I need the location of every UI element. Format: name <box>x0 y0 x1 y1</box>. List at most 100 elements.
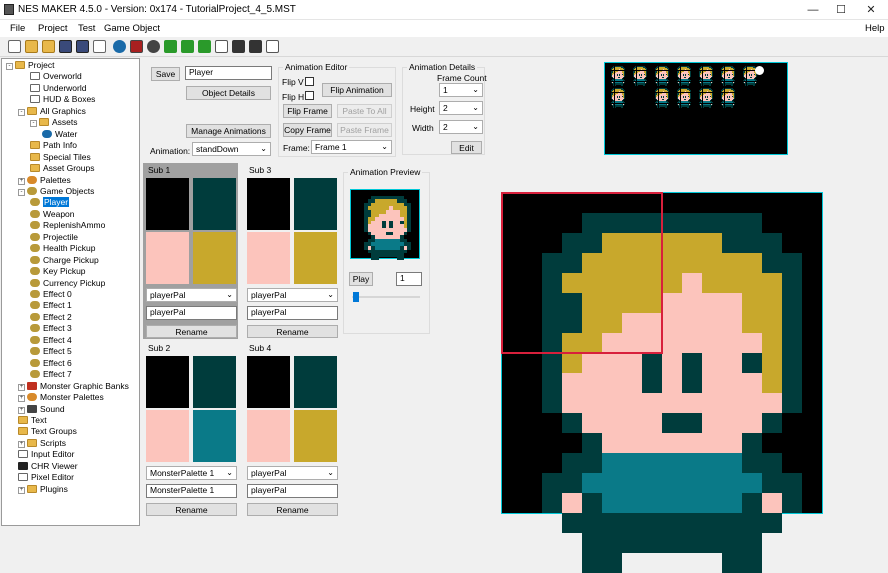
palette-swatch[interactable] <box>193 356 236 408</box>
palette-swatch[interactable] <box>247 356 290 408</box>
sprite-sheet-tile[interactable] <box>696 65 716 86</box>
menu-file[interactable]: File <box>10 23 25 34</box>
palette-swatch[interactable] <box>247 178 290 230</box>
tree-item[interactable]: Effect 0 <box>30 289 72 300</box>
edit-button[interactable]: Edit <box>451 141 482 154</box>
screen-icon[interactable] <box>215 40 228 53</box>
play-button[interactable]: Play <box>349 272 373 286</box>
tree-item[interactable]: Health Pickup <box>30 243 95 254</box>
tree-item[interactable]: Effect 5 <box>30 346 72 357</box>
minimize-button[interactable]: — <box>798 0 828 20</box>
save-button[interactable]: Save <box>151 67 180 81</box>
play-icon[interactable] <box>181 40 194 53</box>
window-icon[interactable] <box>266 40 279 53</box>
palette-swatch[interactable] <box>294 356 337 408</box>
tree-item[interactable]: Effect 4 <box>30 335 72 346</box>
tree-item[interactable]: CHR Viewer <box>18 461 78 472</box>
palette-swatch[interactable] <box>294 232 337 284</box>
sub-palette-select[interactable]: MonsterPalette 1 ⌄ <box>146 466 237 480</box>
sprite-sheet-tile[interactable] <box>696 87 716 108</box>
folder-icon[interactable] <box>42 40 55 53</box>
tree-item[interactable]: Asset Groups <box>30 163 95 174</box>
sprite-sheet-tile[interactable] <box>630 65 650 86</box>
menu-project[interactable]: Project <box>38 23 68 34</box>
object-details-button[interactable]: Object Details <box>186 86 271 100</box>
tree-item[interactable]: Input Editor <box>18 449 74 460</box>
expand-toggle-icon[interactable]: + <box>18 486 25 494</box>
expand-toggle-icon[interactable]: - <box>18 108 25 116</box>
menu-test[interactable]: Test <box>78 23 95 34</box>
sprite-sheet-tile[interactable] <box>652 65 672 86</box>
tree-item[interactable]: Key Pickup <box>30 266 86 277</box>
tree-item[interactable]: Effect 1 <box>30 300 72 311</box>
open-folder-icon[interactable] <box>25 40 38 53</box>
expand-toggle-icon[interactable]: + <box>18 395 25 403</box>
sprite-sheet-tile[interactable] <box>608 65 628 86</box>
rename-button[interactable]: Rename <box>146 325 237 338</box>
sub-palette-select[interactable]: playerPal ⌄ <box>146 288 237 302</box>
tree-item[interactable]: - Project <box>6 60 54 71</box>
frame-count-select[interactable]: 1 ⌄ <box>439 83 483 97</box>
palette-swatch[interactable] <box>193 410 236 462</box>
rename-button[interactable]: Rename <box>247 503 338 516</box>
width-select[interactable]: 2 ⌄ <box>439 120 483 134</box>
animation-select[interactable]: standDown ⌄ <box>192 142 271 156</box>
tree-item[interactable]: Effect 6 <box>30 358 72 369</box>
save-icon[interactable] <box>59 40 72 53</box>
globe-icon[interactable] <box>113 40 126 53</box>
paste-frame-button[interactable]: Paste Frame <box>337 123 392 137</box>
sprite-sheet-tile[interactable] <box>718 65 738 86</box>
expand-toggle-icon[interactable]: - <box>30 120 37 128</box>
build-icon[interactable] <box>164 40 177 53</box>
sub-name-input[interactable]: MonsterPalette 1 <box>146 484 237 498</box>
save-all-icon[interactable] <box>76 40 89 53</box>
palette-swatch[interactable] <box>294 410 337 462</box>
tree-item[interactable]: Text Groups <box>18 426 77 437</box>
palette-swatch[interactable] <box>193 232 236 284</box>
tree-item[interactable]: + Monster Palettes <box>18 392 104 403</box>
palette-swatch[interactable] <box>146 232 189 284</box>
tree-item[interactable]: Underworld <box>30 83 86 94</box>
tree-item[interactable]: + Sound <box>18 404 65 415</box>
speed-slider-thumb[interactable] <box>353 292 359 302</box>
sprite-sheet-tile[interactable] <box>674 87 694 108</box>
sprite-sheet-tile[interactable] <box>674 65 694 86</box>
expand-toggle-icon[interactable]: + <box>18 440 25 448</box>
palette-swatch[interactable] <box>146 356 189 408</box>
menu-game-object[interactable]: Game Object <box>104 23 160 34</box>
sub-panel-1[interactable]: Sub 1 playerPal ⌄ playerPal Rename <box>143 163 238 339</box>
rename-button[interactable]: Rename <box>247 325 338 338</box>
tree-item[interactable]: Currency Pickup <box>30 278 105 289</box>
tree-item[interactable]: HUD & Boxes <box>30 94 95 105</box>
new-file-icon[interactable] <box>8 40 21 53</box>
tree-item[interactable]: + Plugins <box>18 484 68 495</box>
tree-item[interactable]: Projectile <box>30 232 78 243</box>
menu-help[interactable]: Help <box>865 23 885 34</box>
palette-swatch[interactable] <box>193 178 236 230</box>
sub-panel-2[interactable]: Sub 3 playerPal ⌄ playerPal Rename <box>244 163 339 339</box>
chr-icon[interactable] <box>130 40 143 53</box>
tree-item[interactable]: Water <box>42 129 77 140</box>
monitor-icon[interactable] <box>232 40 245 53</box>
tree-item[interactable]: Player <box>30 197 70 208</box>
palette-swatch[interactable] <box>247 232 290 284</box>
tree-item[interactable]: + Palettes <box>18 175 71 186</box>
paste-to-all-button[interactable]: Paste To All <box>337 104 392 118</box>
sub-panel-3[interactable]: Sub 2 MonsterPalette 1 ⌄ MonsterPalette 1 Re… <box>143 341 238 517</box>
speed-stepper[interactable]: 1 <box>396 272 422 286</box>
frame-select[interactable]: Frame 1 ⌄ <box>311 140 392 154</box>
sub-palette-select[interactable]: playerPal ⌄ <box>247 466 338 480</box>
sub-name-input[interactable]: playerPal <box>146 306 237 320</box>
close-button[interactable]: ✕ <box>856 0 886 20</box>
sprite-sheet-tile[interactable] <box>718 87 738 108</box>
tree-item[interactable]: + Scripts <box>18 438 66 449</box>
speed-slider-track[interactable] <box>352 296 420 298</box>
tree-item[interactable]: - Game Objects <box>18 186 94 197</box>
tree-item[interactable]: Weapon <box>30 209 75 220</box>
palette-swatch[interactable] <box>146 178 189 230</box>
palette-swatch[interactable] <box>294 178 337 230</box>
tree-item[interactable]: Charge Pickup <box>30 255 99 266</box>
disk-icon[interactable] <box>249 40 262 53</box>
tree-item[interactable]: Effect 2 <box>30 312 72 323</box>
tree-item[interactable]: Effect 3 <box>30 323 72 334</box>
